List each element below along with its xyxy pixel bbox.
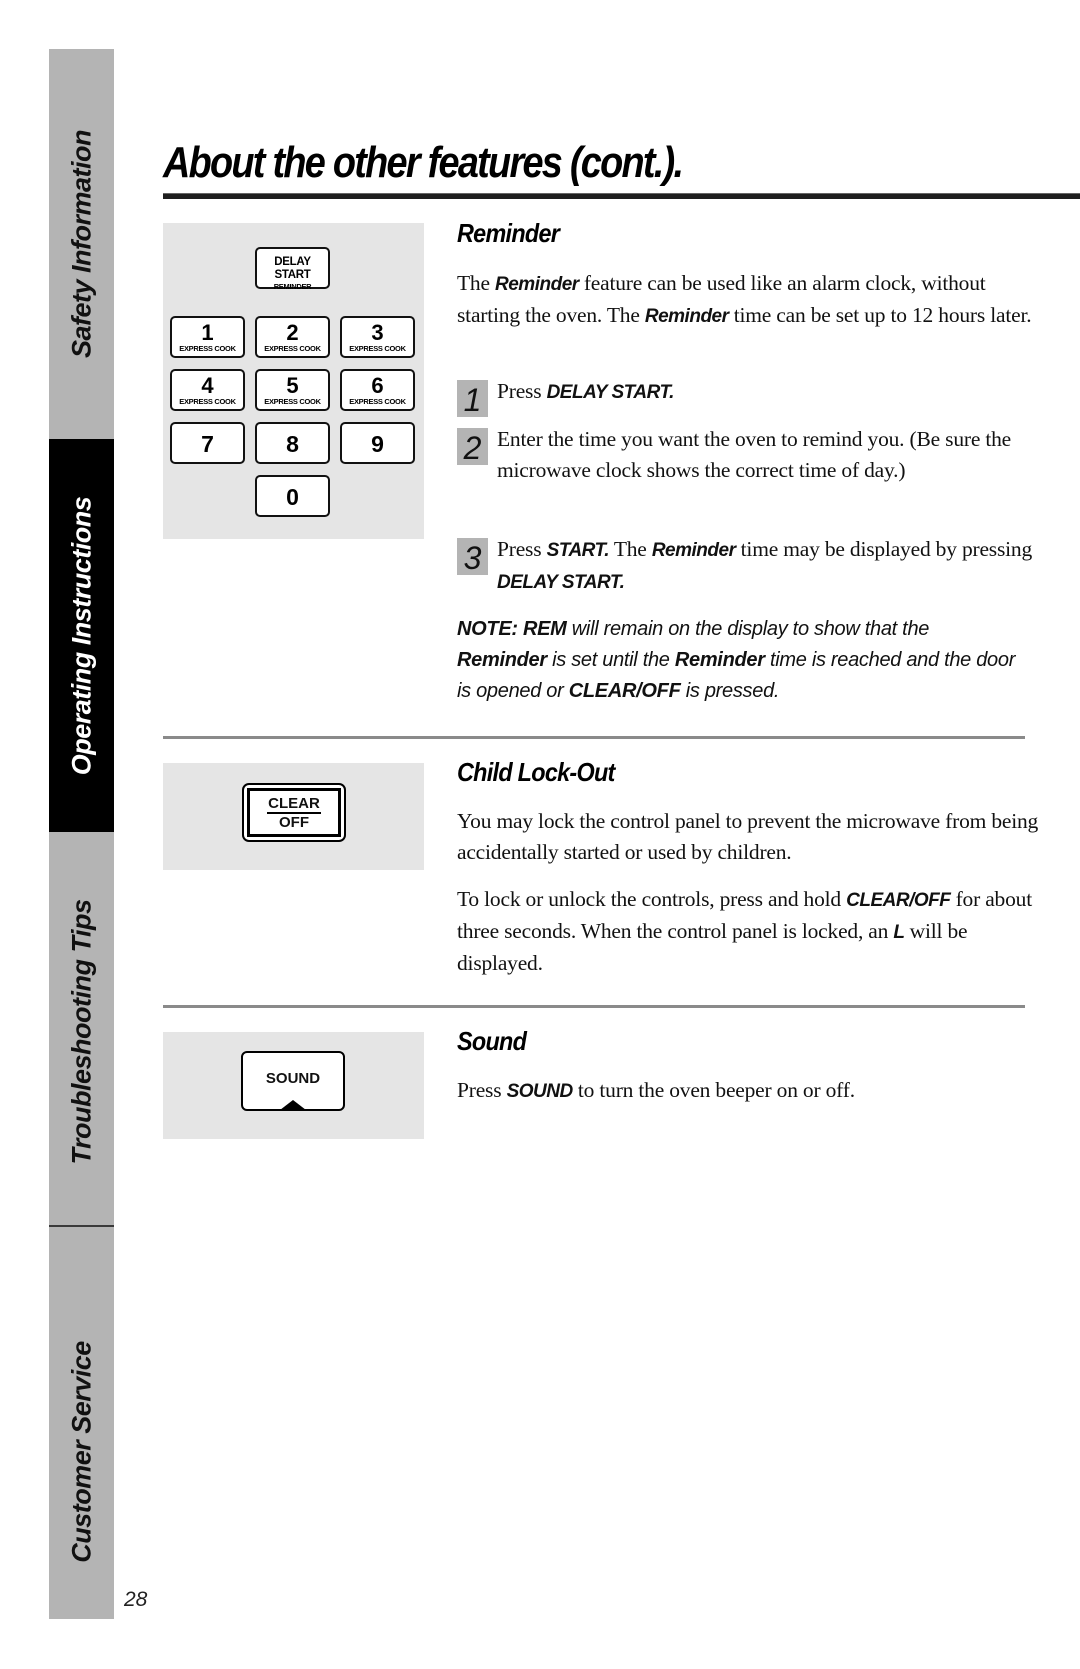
key-sublabel: EXPRESS COOK xyxy=(349,397,406,406)
key-number: 5 xyxy=(286,373,299,398)
tab-label: Safety Information xyxy=(66,129,96,359)
key-sublabel: REMINDER xyxy=(273,282,312,291)
key-number: 2 xyxy=(286,320,299,345)
key-sublabel: EXPRESS COOK xyxy=(264,344,321,353)
number-key-3[interactable]: 3 EXPRESS COOK xyxy=(340,316,415,358)
step-number-badge: 1 xyxy=(457,380,488,418)
keypad-illustration: DELAY START REMINDER 1 EXPRESS COOK 2 EX… xyxy=(163,223,424,539)
step-number-badge: 3 xyxy=(457,538,488,576)
number-key-0[interactable]: 0 xyxy=(255,475,330,517)
step-text: Press START. The Reminder time may be di… xyxy=(497,537,1032,593)
tab-label: Troubleshooting Tips xyxy=(66,899,96,1165)
clear-off-key-face: CLEAR OFF xyxy=(247,788,341,837)
key-sublabel: EXPRESS COOK xyxy=(179,344,236,353)
number-key-2[interactable]: 2 EXPRESS COOK xyxy=(255,316,330,358)
sound-heading: Sound xyxy=(457,1026,527,1056)
number-key-7[interactable]: 7 xyxy=(170,422,245,464)
page-title: About the other features (cont.). xyxy=(163,138,684,187)
tab-label: Customer Service xyxy=(66,1341,96,1563)
step-text: Press DELAY START. xyxy=(497,379,674,403)
tab-label: Operating Instructions xyxy=(66,496,96,775)
key-label: CLEAR xyxy=(267,795,321,814)
key-label: OFF xyxy=(279,814,309,831)
triangle-up-icon xyxy=(280,1100,306,1110)
sound-text: Press SOUND to turn the oven beeper on o… xyxy=(457,1078,855,1102)
section-divider xyxy=(163,1005,1025,1008)
key-number: 7 xyxy=(201,431,214,457)
key-number: 8 xyxy=(286,431,299,457)
key-label: SOUND xyxy=(265,1070,321,1087)
reminder-note: NOTE: REM will remain on the display to … xyxy=(457,618,1016,702)
number-key-5[interactable]: 5 EXPRESS COOK xyxy=(255,369,330,411)
child-lockout-p2: To lock or unlock the controls, press an… xyxy=(457,887,1032,975)
step-number-badge: 2 xyxy=(457,428,488,466)
child-lockout-p1: You may lock the control panel to preven… xyxy=(457,809,1039,864)
number-key-6[interactable]: 6 EXPRESS COOK xyxy=(340,369,415,411)
reminder-heading: Reminder xyxy=(457,218,560,248)
tab-troubleshooting-tips[interactable]: Troubleshooting Tips xyxy=(49,832,114,1225)
number-key-8[interactable]: 8 xyxy=(255,422,330,464)
tab-safety-information[interactable]: Safety Information xyxy=(49,49,114,439)
step-text: Enter the time you want the oven to remi… xyxy=(497,427,1012,482)
key-label: DELAY START xyxy=(274,256,311,281)
section-divider xyxy=(163,736,1025,739)
page-number: 28 xyxy=(124,1588,148,1611)
key-sublabel: EXPRESS COOK xyxy=(349,344,406,353)
number-key-4[interactable]: 4 EXPRESS COOK xyxy=(170,369,245,411)
key-number: 1 xyxy=(201,320,214,345)
number-key-9[interactable]: 9 xyxy=(340,422,415,464)
key-number: 4 xyxy=(201,373,214,398)
clear-off-key[interactable]: CLEAR OFF xyxy=(242,783,346,842)
tab-operating-instructions[interactable]: Operating Instructions xyxy=(49,439,114,832)
key-sublabel: EXPRESS COOK xyxy=(179,397,236,406)
child-lockout-heading: Child Lock-Out xyxy=(457,757,615,787)
reminder-intro: The Reminder feature can be used like an… xyxy=(457,271,1032,327)
key-number: 9 xyxy=(371,431,384,457)
key-number: 6 xyxy=(371,373,384,398)
key-sublabel: EXPRESS COOK xyxy=(264,397,321,406)
key-number: 3 xyxy=(371,320,384,345)
section-tabs: Safety Information Operating Instruction… xyxy=(49,49,114,1619)
number-key-1[interactable]: 1 EXPRESS COOK xyxy=(170,316,245,358)
title-rule xyxy=(163,193,1080,199)
key-number: 0 xyxy=(286,484,299,510)
delay-start-key[interactable]: DELAY START REMINDER xyxy=(255,247,330,291)
tab-customer-service[interactable]: Customer Service xyxy=(49,1227,114,1619)
sound-key[interactable]: SOUND xyxy=(241,1051,345,1111)
